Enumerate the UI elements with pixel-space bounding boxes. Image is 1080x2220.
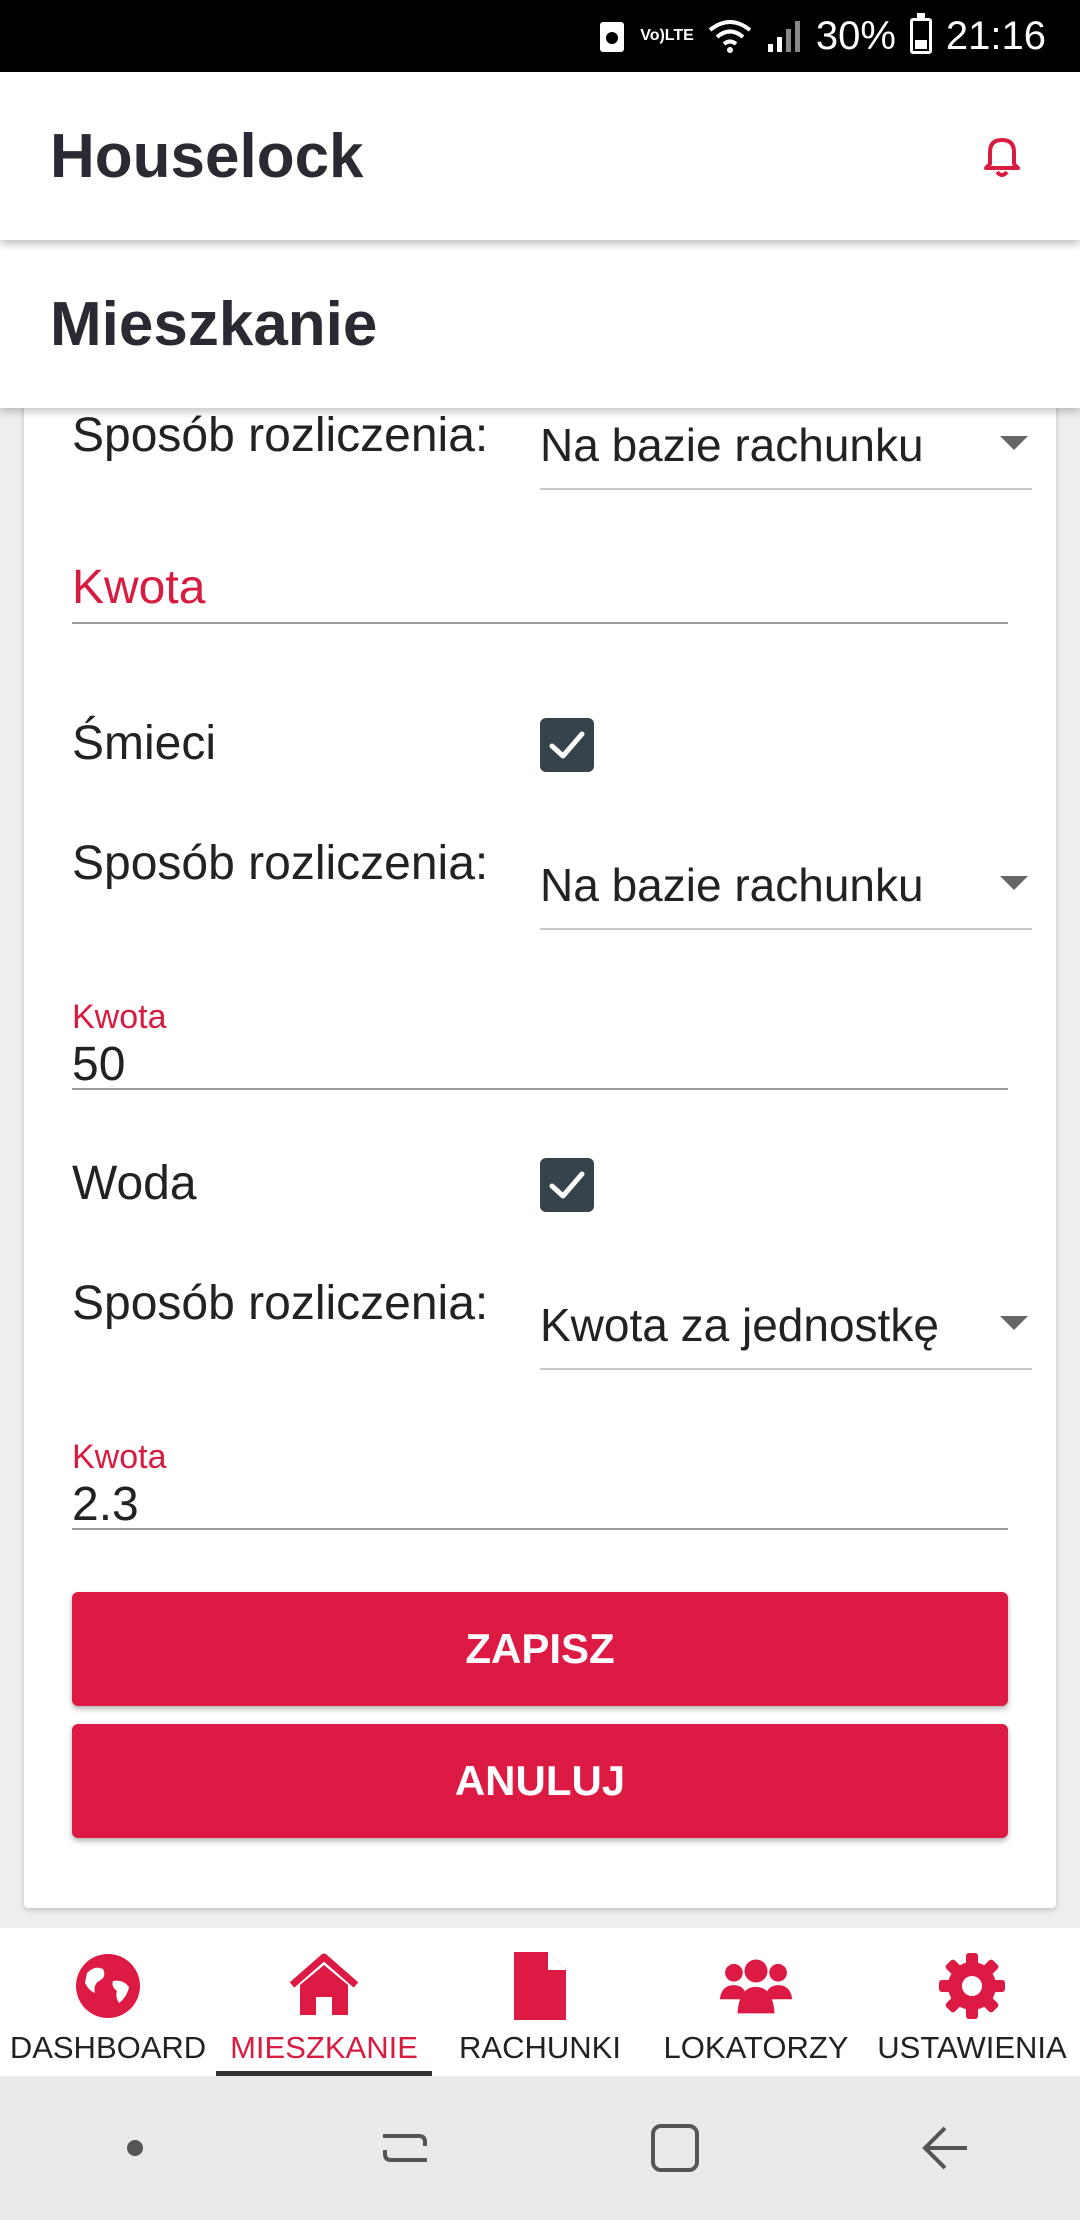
app-title: Houselock xyxy=(50,121,364,191)
app-bar: Houselock xyxy=(0,72,1080,240)
data-saver-icon xyxy=(598,18,626,54)
section-label-smieci: Śmieci xyxy=(72,717,217,770)
amount-placeholder: Kwota xyxy=(72,561,206,614)
battery-percent: 30% xyxy=(815,13,896,58)
page-header: Mieszkanie xyxy=(0,240,1080,408)
signal-icon xyxy=(766,18,802,54)
amount-value: 50 xyxy=(72,1038,126,1091)
home-icon xyxy=(286,1948,362,2024)
settlement-select-value: Na bazie rachunku xyxy=(540,419,924,471)
amount-value: 2.3 xyxy=(72,1478,139,1531)
nav-item-ustawienia[interactable]: USTAWIENIA xyxy=(864,1928,1080,2076)
checkbox-woda[interactable] xyxy=(540,1158,594,1212)
globe-icon xyxy=(70,1948,146,2024)
recent-apps-icon[interactable] xyxy=(355,2098,455,2198)
gear-icon xyxy=(934,1948,1010,2024)
amount-label: Kwota xyxy=(72,1438,167,1476)
nav-label: DASHBOARD xyxy=(9,2030,207,2065)
battery-icon xyxy=(909,13,932,54)
home-button-icon[interactable] xyxy=(625,2098,725,2198)
settlement-label: Sposób rozliczenia: xyxy=(72,1277,489,1330)
status-bar: Vo) LTE 30% 21:16 xyxy=(0,0,1080,72)
settlement-select-value: Kwota za jednostkę xyxy=(540,1299,939,1351)
settlement-label: Sposób rozliczenia: xyxy=(72,837,489,890)
nav-item-rachunki[interactable]: RACHUNKI xyxy=(432,1928,648,2076)
settlement-label: Sposób rozliczenia: xyxy=(72,409,489,462)
amount-field[interactable]: Kwota xyxy=(72,544,1008,624)
nav-label: RACHUNKI xyxy=(459,2030,621,2065)
page-title: Mieszkanie xyxy=(50,289,378,359)
nav-item-lokatorzy[interactable]: LOKATORZY xyxy=(648,1928,864,2076)
scroll-content[interactable]: Sposób rozliczenia: Na bazie rachunku Kw… xyxy=(0,408,1080,1928)
section-label-woda: Woda xyxy=(72,1157,197,1210)
notifications-bell-icon[interactable] xyxy=(974,128,1030,184)
dropdown-arrow-icon xyxy=(1000,1316,1028,1330)
nav-label: LOKATORZY xyxy=(663,2030,849,2065)
nav-label: USTAWIENIA xyxy=(877,2030,1067,2065)
settlement-select[interactable]: Kwota za jednostkę xyxy=(540,1290,1032,1370)
settlement-select-value: Na bazie rachunku xyxy=(540,859,924,911)
document-icon xyxy=(502,1948,578,2024)
dropdown-arrow-icon xyxy=(1000,436,1028,450)
system-navigation-bar xyxy=(0,2076,1080,2220)
save-button[interactable]: ZAPISZ xyxy=(72,1592,1008,1706)
cancel-button[interactable]: ANULUJ xyxy=(72,1724,1008,1838)
settings-card: Sposób rozliczenia: Na bazie rachunku Kw… xyxy=(24,408,1056,1908)
volte-icon: Vo) LTE xyxy=(640,27,694,44)
clock: 21:16 xyxy=(945,13,1046,58)
checkbox-smieci[interactable] xyxy=(540,718,594,772)
bottom-navigation: DASHBOARD MIESZKANIE RACHUNKI LOKATORZY … xyxy=(0,1928,1080,2076)
settlement-select[interactable]: Na bazie rachunku xyxy=(540,410,1032,490)
dot-icon[interactable] xyxy=(85,2098,185,2198)
amount-field[interactable]: Kwota 50 xyxy=(72,998,1008,1091)
amount-label: Kwota xyxy=(72,998,167,1036)
amount-field[interactable]: Kwota 2.3 xyxy=(72,1438,1008,1531)
wifi-icon xyxy=(708,18,752,54)
dropdown-arrow-icon xyxy=(1000,876,1028,890)
nav-item-mieszkanie[interactable]: MIESZKANIE xyxy=(216,1928,432,2076)
nav-label: MIESZKANIE xyxy=(230,2030,418,2065)
checkmark-icon xyxy=(549,1171,585,1199)
users-icon xyxy=(718,1948,794,2024)
checkmark-icon xyxy=(549,731,585,759)
settlement-select[interactable]: Na bazie rachunku xyxy=(540,850,1032,930)
back-icon[interactable] xyxy=(895,2098,995,2198)
nav-item-dashboard[interactable]: DASHBOARD xyxy=(0,1928,216,2076)
